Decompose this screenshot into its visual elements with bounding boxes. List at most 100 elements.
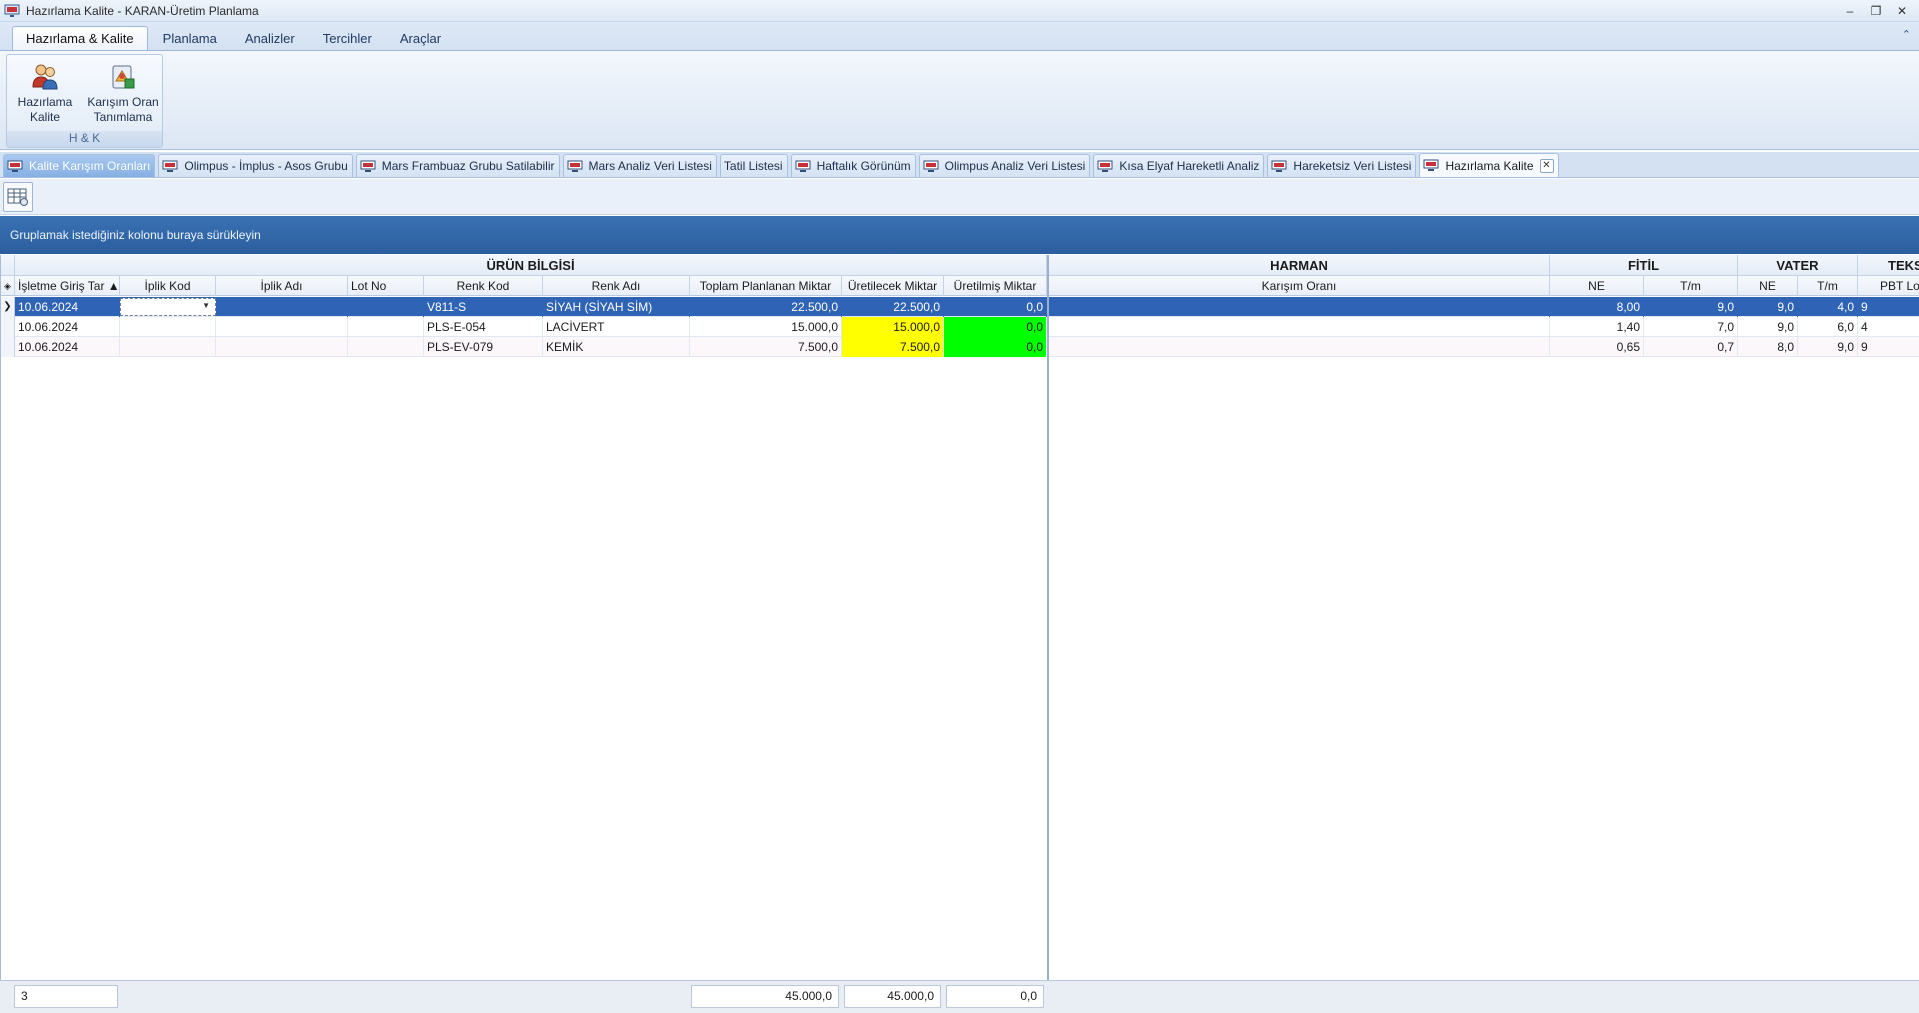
col-header-vater-tm[interactable]: T/m	[1798, 276, 1858, 296]
cell-vater-ne[interactable]: 9,0	[1738, 317, 1798, 337]
hazirlama-kalite-button[interactable]: Hazırlama Kalite	[9, 61, 81, 129]
cell-vater-ne[interactable]: 8,0	[1738, 337, 1798, 357]
cell-iplik-kod[interactable]	[120, 317, 216, 337]
col-header-uretilecek[interactable]: Üretilecek Miktar	[842, 276, 944, 296]
cell-renk-kod[interactable]: PLS-EV-079	[424, 337, 543, 357]
karisim-oran-label-2: Tanımlama	[93, 110, 153, 124]
cell-fitil-tm[interactable]: 0,7	[1644, 337, 1738, 357]
doc-tab-hazirlama-kalite[interactable]: Hazırlama Kalite ✕	[1419, 153, 1559, 177]
cell-fitil-ne[interactable]: 1,40	[1550, 317, 1644, 337]
cell-date[interactable]: 10.06.2024	[15, 337, 120, 357]
band-harman: HARMAN	[1049, 255, 1550, 276]
restore-button[interactable]: ❐	[1863, 0, 1889, 22]
band-tekst: TEKST	[1858, 255, 1919, 276]
doc-tab-mars-frambuaz[interactable]: Mars Frambuaz Grubu Satilabilir	[355, 154, 560, 177]
blend-icon	[112, 65, 135, 89]
iplik-kod-dropdown[interactable]: ▼	[120, 298, 216, 316]
band-fitil: FİTİL	[1550, 255, 1738, 276]
cell-date[interactable]: 10.06.2024	[15, 297, 120, 317]
table-row[interactable]: 10.06.2024 PLS-E-054 LACİVERT 15.000,0 1…	[1, 317, 1919, 337]
col-header-toplam-planlanan[interactable]: Toplam Planlanan Miktar	[690, 276, 842, 296]
cell-iplik-adi[interactable]	[216, 317, 348, 337]
close-tab-icon[interactable]: ✕	[1539, 158, 1554, 173]
grid-settings-button[interactable]	[3, 182, 33, 212]
table-row[interactable]: ❯ 10.06.2024 ▼ V811-S SİYAH (SİYAH SİM) …	[1, 297, 1919, 317]
cell-vater-tm[interactable]: 4,0	[1798, 297, 1858, 317]
col-header-uretilmis[interactable]: Üretilmiş Miktar	[944, 276, 1047, 296]
cell-uretilmis[interactable]: 0,0	[944, 297, 1047, 317]
cell-karisim[interactable]	[1049, 297, 1550, 317]
doc-tab-olimpus-analiz[interactable]: Olimpus Analiz Veri Listesi	[918, 154, 1091, 177]
doc-tab-kalite-karisim-oranlari[interactable]: Kalite Karışım Oranları	[3, 154, 156, 177]
table-grid-icon	[7, 188, 28, 206]
cell-vater-ne[interactable]: 9,0	[1738, 297, 1798, 317]
cell-pbt[interactable]: 4	[1858, 317, 1919, 337]
cell-date[interactable]: 10.06.2024	[15, 317, 120, 337]
cell-fitil-tm[interactable]: 7,0	[1644, 317, 1738, 337]
cell-pbt[interactable]: 9	[1858, 337, 1919, 357]
col-header-fitil-ne[interactable]: NE	[1550, 276, 1644, 296]
table-row[interactable]: 10.06.2024 PLS-EV-079 KEMİK 7.500,0 7.50…	[1, 337, 1919, 357]
cell-pbt[interactable]: 9	[1858, 297, 1919, 317]
col-header-iplik-kod[interactable]: İplik Kod	[120, 276, 216, 296]
col-header-lot-no[interactable]: Lot No	[348, 276, 424, 296]
cell-lot-no[interactable]	[348, 337, 424, 357]
band-header-row: ÜRÜN BİLGİSİ HARMAN FİTİL VATER TEKST	[1, 255, 1919, 276]
ribbon-tab-planlama[interactable]: Planlama	[150, 26, 230, 50]
ribbon-tab-tercihler[interactable]: Tercihler	[310, 26, 385, 50]
cell-uretilmis[interactable]: 0,0	[944, 317, 1047, 337]
cell-uretilmis[interactable]: 0,0	[944, 337, 1047, 357]
ribbon-tab-araclar[interactable]: Araçlar	[387, 26, 454, 50]
cell-uretilecek[interactable]: 22.500,0	[842, 297, 944, 317]
cell-toplam[interactable]: 7.500,0	[690, 337, 842, 357]
cell-renk-kod[interactable]: PLS-E-054	[424, 317, 543, 337]
ribbon-collapse-icon[interactable]: ⌃	[1902, 28, 1911, 41]
cell-renk-adi[interactable]: KEMİK	[543, 337, 690, 357]
doc-tab-label: Hareketsiz Veri Listesi	[1293, 159, 1412, 173]
karisim-oran-tanimlama-button[interactable]: Karışım Oran Tanımlama	[87, 61, 159, 129]
row-pointer-icon: ❯	[1, 297, 15, 317]
group-by-panel[interactable]: Gruplamak istediğiniz kolonu buraya sürü…	[0, 216, 1919, 254]
cell-iplik-kod[interactable]	[120, 337, 216, 357]
ribbon-tab-hazirlama-kalite[interactable]: Hazırlama & Kalite	[12, 26, 148, 50]
cell-karisim[interactable]	[1049, 337, 1550, 357]
minimize-button[interactable]: –	[1837, 0, 1863, 22]
cell-toplam[interactable]: 15.000,0	[690, 317, 842, 337]
cell-iplik-adi[interactable]	[216, 297, 348, 317]
cell-renk-adi[interactable]: SİYAH (SİYAH SİM)	[543, 297, 690, 317]
cell-fitil-tm[interactable]: 9,0	[1644, 297, 1738, 317]
col-header-iplik-adi[interactable]: İplik Adı	[216, 276, 348, 296]
cell-karisim[interactable]	[1049, 317, 1550, 337]
doc-tab-olimpus-implus-asos[interactable]: Olimpus - İmplus - Asos Grubu	[158, 154, 353, 177]
doc-tab-kisa-elyaf[interactable]: Kısa Elyaf Hareketli Analiz	[1093, 154, 1265, 177]
close-window-button[interactable]: ✕	[1889, 0, 1915, 22]
col-header-renk-kod[interactable]: Renk Kod	[424, 276, 543, 296]
cell-lot-no[interactable]	[348, 317, 424, 337]
doc-tab-haftalik-gorunum[interactable]: Haftalık Görünüm	[790, 154, 916, 177]
col-header-pbt-lot[interactable]: PBT Lot	[1858, 276, 1919, 296]
grid-toolbar	[0, 179, 1919, 215]
doc-tab-mars-analiz[interactable]: Mars Analiz Veri Listesi	[562, 154, 717, 177]
cell-vater-tm[interactable]: 6,0	[1798, 317, 1858, 337]
footer-uretilmis-sum: 0,0	[946, 985, 1044, 1008]
cell-vater-tm[interactable]: 9,0	[1798, 337, 1858, 357]
doc-tab-label: Haftalık Görünüm	[816, 159, 911, 173]
cell-iplik-adi[interactable]	[216, 337, 348, 357]
col-header-fitil-tm[interactable]: T/m	[1644, 276, 1738, 296]
cell-toplam[interactable]: 22.500,0	[690, 297, 842, 317]
doc-tab-hareketsiz-veri[interactable]: Hareketsiz Veri Listesi	[1267, 154, 1417, 177]
col-header-vater-ne[interactable]: NE	[1738, 276, 1798, 296]
col-header-renk-adi[interactable]: Renk Adı	[543, 276, 690, 296]
doc-tab-tatil-listesi[interactable]: Tatil Listesi	[719, 154, 788, 177]
cell-renk-kod[interactable]: V811-S	[424, 297, 543, 317]
cell-renk-adi[interactable]: LACİVERT	[543, 317, 690, 337]
ribbon-tab-analizler[interactable]: Analizler	[232, 26, 308, 50]
col-header-karisim-orani[interactable]: Karışım Oranı	[1049, 276, 1550, 296]
cell-fitil-ne[interactable]: 0,65	[1550, 337, 1644, 357]
cell-uretilecek[interactable]: 7.500,0	[842, 337, 944, 357]
cell-lot-no[interactable]	[348, 297, 424, 317]
cell-fitil-ne[interactable]: 8,00	[1550, 297, 1644, 317]
col-header-isletme-giris-tar[interactable]: İşletme Giriş Tar ▲	[15, 276, 120, 296]
cell-uretilecek[interactable]: 15.000,0	[842, 317, 944, 337]
dropdown-arrow-icon[interactable]: ▼	[202, 301, 210, 310]
